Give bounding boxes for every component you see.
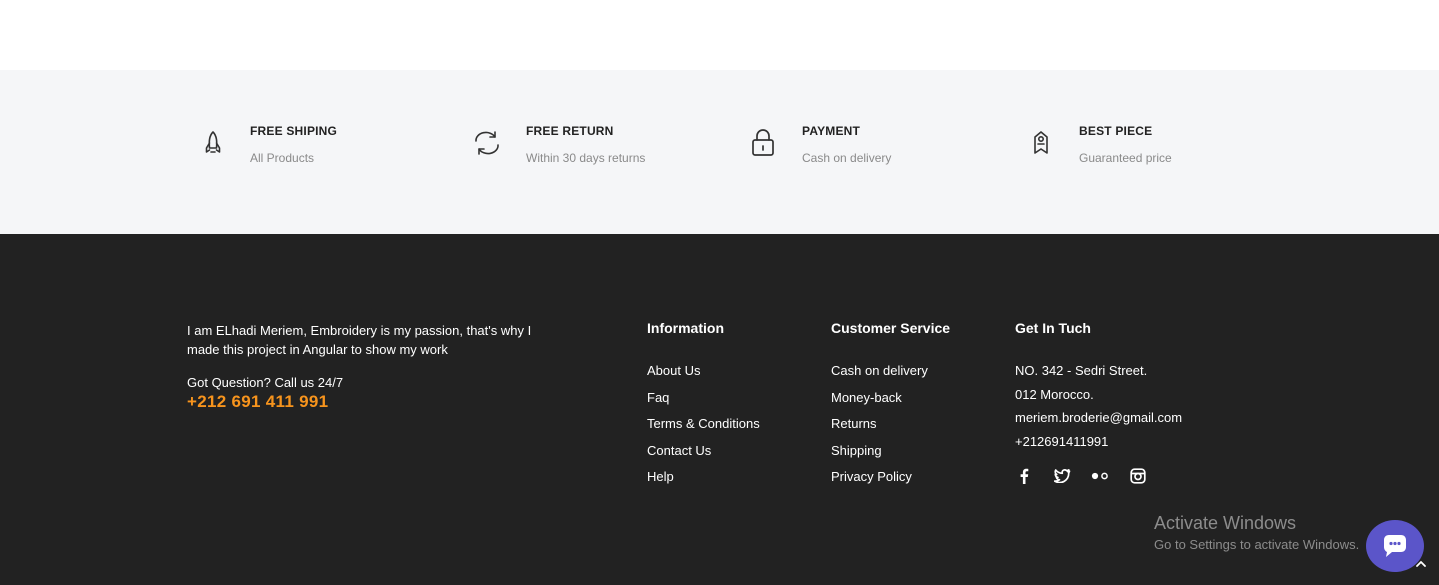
feature-title: FREE RETURN: [526, 124, 614, 138]
facebook-icon[interactable]: [1015, 467, 1033, 485]
rocket-icon: [205, 131, 221, 153]
link-help[interactable]: Help: [647, 469, 760, 496]
chevron-up-icon: [1416, 560, 1426, 567]
twitter-icon[interactable]: [1053, 467, 1071, 485]
link-terms-conditions[interactable]: Terms & Conditions: [647, 416, 760, 443]
link-faq[interactable]: Faq: [647, 390, 760, 417]
information-links: About Us Faq Terms & Conditions Contact …: [647, 363, 760, 496]
feature-subtitle: Within 30 days returns: [526, 151, 646, 165]
social-links: [1015, 467, 1147, 485]
feature-free-return: FREE RETURN Within 30 days returns: [470, 124, 730, 174]
question-text: Got Question? Call us 24/7: [187, 375, 344, 390]
chat-icon: [1384, 535, 1406, 557]
tag-icon: [1034, 131, 1048, 154]
feature-best-piece: BEST PIECE Guaranteed price: [1030, 124, 1290, 174]
email-link[interactable]: meriem.broderie@gmail.com: [1015, 410, 1182, 434]
information-heading: Information: [647, 320, 724, 336]
feature-subtitle: All Products: [250, 151, 315, 165]
scroll-to-top-button[interactable]: [1410, 552, 1432, 574]
watermark-title: Activate Windows: [1154, 513, 1297, 533]
site-footer: I am ELhadi Meriem, Embroidery is my pas…: [0, 234, 1439, 585]
address-line: NO. 342 - Sedri Street.: [1015, 363, 1148, 378]
country-line: 012 Morocco.: [1015, 386, 1094, 402]
get-in-touch-heading: Get In Tuch: [1015, 320, 1091, 336]
contact-lines: NO. 342 - Sedri Street. 012 Morocco. mer…: [1015, 363, 1182, 457]
about-text: I am ELhadi Meriem, Embroidery is my pas…: [187, 323, 532, 357]
customer-service-heading: Customer Service: [831, 320, 951, 336]
feature-title: BEST PIECE: [1079, 124, 1153, 138]
watermark-subtitle: Go to Settings to activate Windows.: [1154, 537, 1360, 552]
feature-free-shipping: FREE SHIPING All Products: [200, 124, 460, 174]
feature-title: PAYMENT: [802, 124, 861, 138]
link-contact-us[interactable]: Contact Us: [647, 443, 760, 470]
phone-link[interactable]: +212691411991: [1015, 434, 1182, 458]
flickr-icon[interactable]: [1091, 467, 1109, 485]
customer-service-links: Cash on delivery Money-back Returns Ship…: [831, 363, 950, 496]
get-in-touch-column: Get In Tuch NO. 342 - Sedri Street. 012 …: [1015, 320, 1182, 457]
feature-subtitle: Guaranteed price: [1079, 151, 1172, 165]
link-about-us[interactable]: About Us: [647, 363, 760, 390]
refresh-icon: [475, 131, 499, 155]
lock-icon: [752, 129, 774, 156]
link-cash-on-delivery[interactable]: Cash on delivery: [831, 363, 950, 390]
feature-title: FREE SHIPING: [250, 124, 338, 138]
phone-number[interactable]: +212 691 411 991: [187, 392, 328, 412]
link-money-back[interactable]: Money-back: [831, 390, 950, 417]
instagram-icon[interactable]: [1129, 467, 1147, 485]
feature-subtitle: Cash on delivery: [802, 151, 892, 165]
link-returns[interactable]: Returns: [831, 416, 950, 443]
customer-service-column: Customer Service Cash on delivery Money-…: [831, 320, 950, 496]
feature-payment: PAYMENT Cash on delivery: [750, 124, 1010, 174]
information-column: Information About Us Faq Terms & Conditi…: [647, 320, 760, 496]
page: FREE SHIPING All Products FREE RETURN Wi…: [0, 0, 1439, 585]
features-band: FREE SHIPING All Products FREE RETURN Wi…: [0, 70, 1439, 234]
link-privacy-policy[interactable]: Privacy Policy: [831, 469, 950, 496]
activate-windows-watermark: Activate Windows Go to Settings to activ…: [1154, 513, 1359, 552]
link-shipping[interactable]: Shipping: [831, 443, 950, 470]
